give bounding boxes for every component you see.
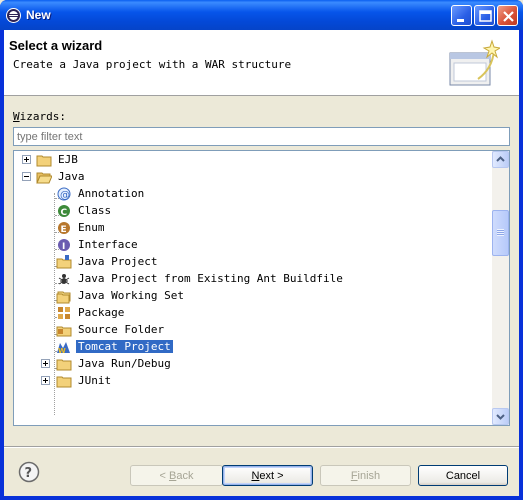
tree-item-label: Java Project from Existing Ant Buildfile xyxy=(78,272,343,285)
back-button-label: < Back xyxy=(159,469,194,482)
cancel-button[interactable]: Cancel xyxy=(418,465,508,486)
maximize-icon xyxy=(479,10,492,22)
svg-text:@: @ xyxy=(60,190,70,201)
back-button[interactable]: < Back xyxy=(130,465,223,486)
working-set-icon xyxy=(56,291,71,304)
banner-description: Create a Java project with a WAR structu… xyxy=(13,58,292,71)
minimize-button[interactable] xyxy=(451,5,472,26)
tree-item-label: Java xyxy=(58,170,85,183)
tree-item-enum[interactable]: E Enum xyxy=(14,219,492,236)
scroll-down-button[interactable] xyxy=(492,408,509,425)
filter-input[interactable] xyxy=(13,127,510,146)
dialog-body: Select a wizard Create a Java project wi… xyxy=(4,30,519,496)
cancel-button-label: Cancel xyxy=(445,469,481,482)
banner-title: Select a wizard xyxy=(9,38,103,53)
eclipse-icon xyxy=(6,8,21,23)
ant-icon xyxy=(58,274,70,285)
expand-toggle[interactable] xyxy=(22,155,31,164)
annotation-icon: @ xyxy=(57,187,71,201)
folder-open-icon xyxy=(36,172,52,184)
folder-icon xyxy=(56,359,72,371)
folder-icon xyxy=(36,155,52,167)
tree-item-java-project[interactable]: Java Project xyxy=(14,253,492,270)
window-title: New xyxy=(26,8,51,22)
java-project-icon xyxy=(56,255,72,269)
tree-item-label: Java Project xyxy=(78,255,158,268)
tree-item-label: Java Run/Debug xyxy=(78,357,171,370)
tree-item-label: Annotation xyxy=(78,187,145,200)
tree-item-tomcat-project[interactable]: W Tomcat Project xyxy=(14,338,492,355)
wizard-tree[interactable]: EJB Java @ Annotation C Class E Enum I I… xyxy=(13,150,510,426)
tree-item-annotation[interactable]: @ Annotation xyxy=(14,185,492,202)
tree-item-source-folder[interactable]: Source Folder xyxy=(14,321,492,338)
next-button[interactable]: Next > xyxy=(222,465,313,486)
tree-item-label: Source Folder xyxy=(78,323,165,336)
svg-text:C: C xyxy=(61,208,68,218)
tree-item-label: JUnit xyxy=(78,374,112,387)
enum-icon: E xyxy=(58,222,70,235)
interface-icon: I xyxy=(58,239,70,252)
svg-text:I: I xyxy=(62,242,65,252)
folder-icon xyxy=(56,376,72,388)
tree-item-package[interactable]: Package xyxy=(14,304,492,321)
help-icon[interactable]: ? xyxy=(18,461,40,483)
scroll-up-button[interactable] xyxy=(492,151,509,168)
tree-item-interface[interactable]: I Interface xyxy=(14,236,492,253)
close-icon xyxy=(503,11,514,22)
new-wizard-banner-icon xyxy=(449,39,500,86)
tree-item-ant-project[interactable]: Java Project from Existing Ant Buildfile xyxy=(14,270,492,287)
chevron-down-icon xyxy=(496,414,505,420)
collapse-toggle[interactable] xyxy=(22,172,31,181)
new-wizard-window: New Select a wizard Create a Java projec… xyxy=(0,0,523,500)
scroll-thumb[interactable] xyxy=(492,210,509,256)
tree-item-label: Interface xyxy=(78,238,138,251)
tree-item-working-set[interactable]: Java Working Set xyxy=(14,287,492,304)
wizards-label: Wizards: xyxy=(13,110,66,123)
minimize-icon xyxy=(457,19,464,22)
maximize-button[interactable] xyxy=(474,5,495,26)
tree-item-ejb[interactable]: EJB xyxy=(14,151,492,168)
tree-item-label: Tomcat Project xyxy=(75,339,174,354)
tomcat-icon: W xyxy=(57,342,70,355)
tree-item-label: EJB xyxy=(58,153,78,166)
tree-item-label: Package xyxy=(78,306,125,319)
svg-text:W: W xyxy=(58,347,66,355)
svg-text:E: E xyxy=(61,225,67,235)
finish-button-label: Finish xyxy=(350,469,381,482)
class-icon: C xyxy=(58,205,70,218)
tree-item-java-run-debug[interactable]: Java Run/Debug xyxy=(14,355,492,372)
svg-text:?: ? xyxy=(25,466,33,481)
tree-item-label: Enum xyxy=(78,221,105,234)
expand-toggle[interactable] xyxy=(41,359,50,368)
close-button[interactable] xyxy=(497,5,518,26)
footer-separator xyxy=(4,446,519,448)
tree-item-class[interactable]: C Class xyxy=(14,202,492,219)
title-bar[interactable]: New xyxy=(0,0,523,30)
wizard-banner: Select a wizard Create a Java project wi… xyxy=(4,30,519,96)
chevron-up-icon xyxy=(496,156,505,162)
next-button-label: Next > xyxy=(251,469,284,482)
tree-item-junit[interactable]: JUnit xyxy=(14,372,492,389)
tree-item-label: Class xyxy=(78,204,112,217)
tree-vertical-scrollbar[interactable] xyxy=(492,151,509,425)
package-icon xyxy=(58,307,70,319)
tree-item-java[interactable]: Java xyxy=(14,168,492,185)
finish-button[interactable]: Finish xyxy=(320,465,411,486)
tree-item-label: Java Working Set xyxy=(78,289,184,302)
expand-toggle[interactable] xyxy=(41,376,50,385)
source-folder-icon xyxy=(56,326,72,337)
